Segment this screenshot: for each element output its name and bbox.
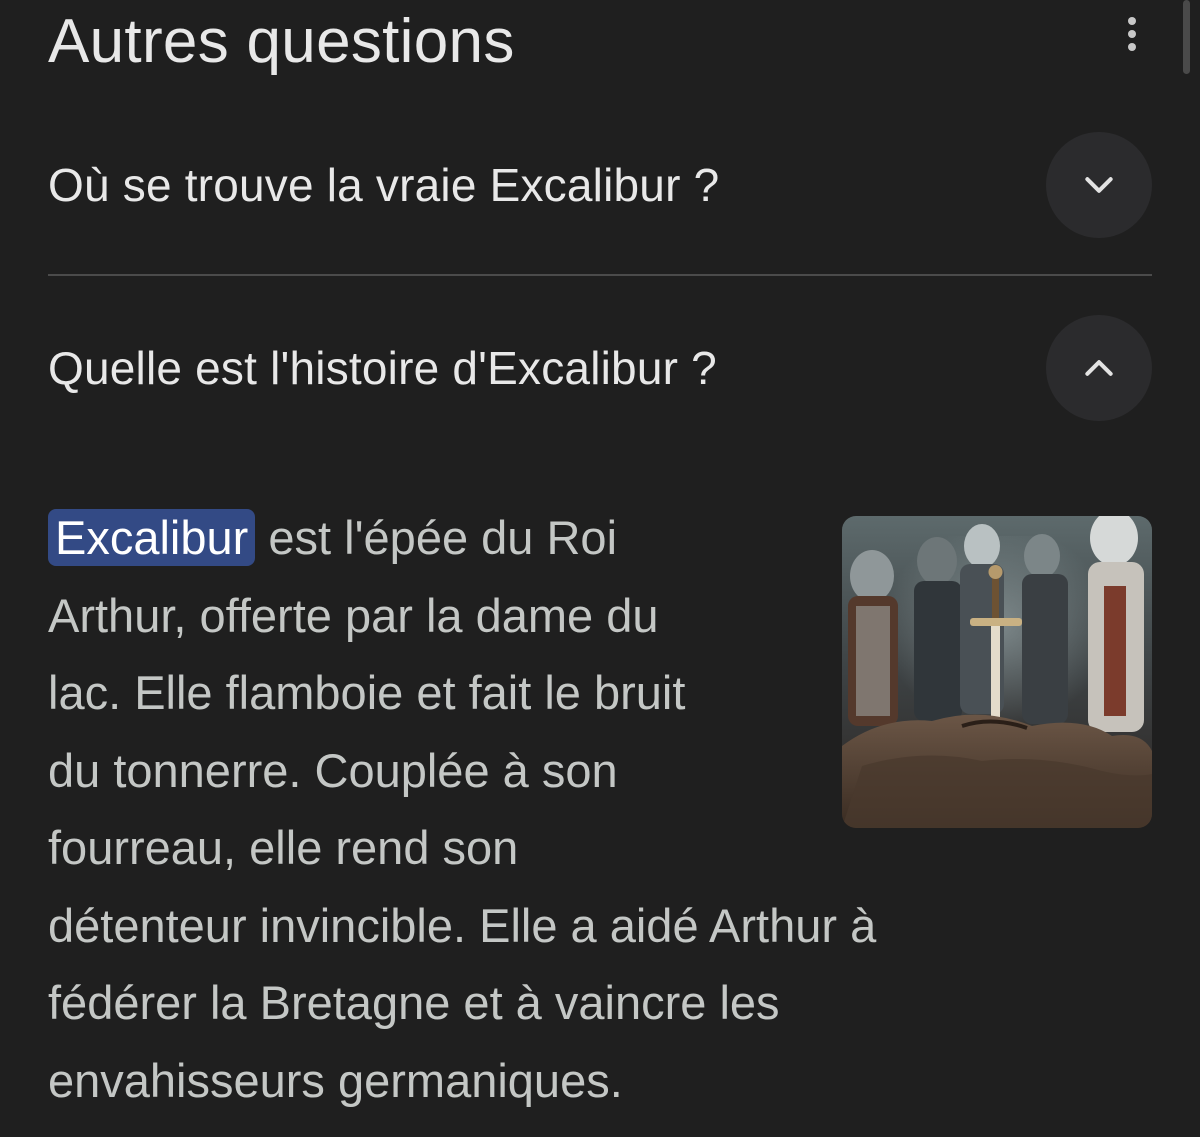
chevron-down-icon [1085,177,1113,193]
collapse-button[interactable] [1046,315,1152,421]
answer-image[interactable] [842,516,1152,828]
answer-line: envahisseurs germaniques. [48,1053,623,1107]
scrollbar[interactable] [1183,0,1190,74]
more-options-icon-dot [1128,43,1136,51]
more-options-icon [1128,17,1136,25]
section-title: Autres questions [48,7,515,76]
answer-line: est l'épée du Roi [255,511,618,564]
divider [48,274,1152,276]
question-text: Quelle est l'histoire d'Excalibur ? [48,342,717,394]
answer-line: Arthur, offerte par la dame du [48,588,659,642]
more-options-icon-dot [1128,30,1136,38]
highlighted-term: Excalibur [48,509,256,566]
question-item-1[interactable]: Où se trouve la vraie Excalibur ? [48,131,1152,239]
answer-line: fourreau, elle rend son [48,821,519,874]
question-item-2[interactable]: Quelle est l'histoire d'Excalibur ? [48,314,1152,422]
answer-line: du tonnerre. Couplée à son [48,743,618,797]
expand-button[interactable] [1046,132,1152,238]
answer-line: détenteur invincible. Elle a aidé Arthur… [48,898,877,952]
answer-line: lac. Elle flamboie et fait le bruit [48,666,686,719]
chevron-up-icon [1085,360,1113,376]
sword-in-stone-image [842,516,1152,828]
question-text: Où se trouve la vraie Excalibur ? [48,159,720,211]
more-options-button[interactable] [1112,10,1152,58]
answer-line: fédérer la Bretagne et à vaincre les [48,976,780,1029]
answer-panel: Excalibur est l'épée du Roi Arthur, offe… [48,499,1152,1119]
